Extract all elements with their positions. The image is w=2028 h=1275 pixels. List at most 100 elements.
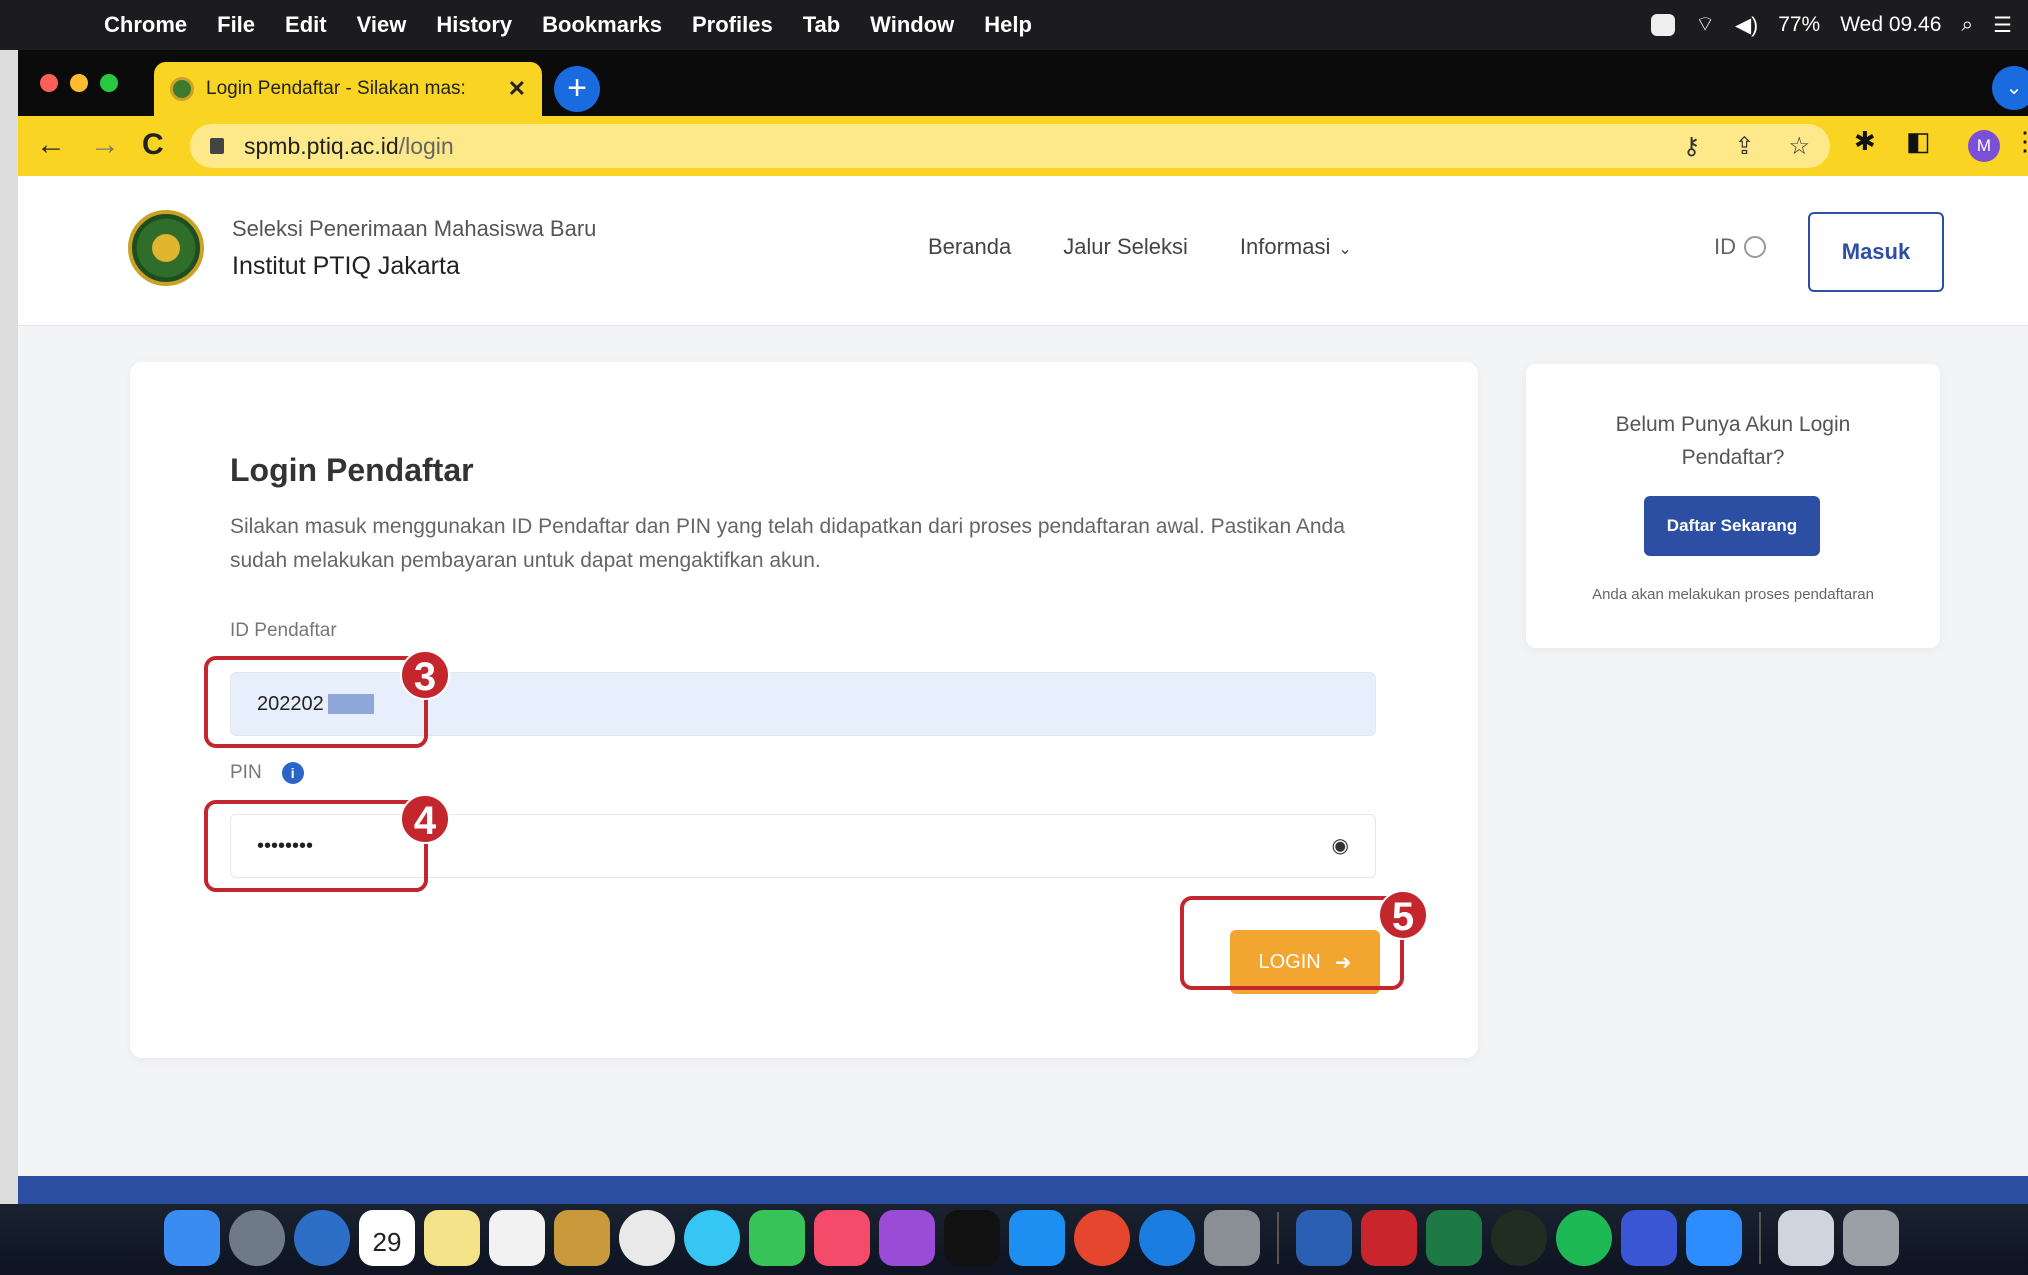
- annotation-number-4: 4: [400, 794, 450, 844]
- nav-informasi-label: Informasi: [1239, 234, 1331, 259]
- zoom-window-icon[interactable]: [100, 74, 118, 92]
- bookmark-star-icon[interactable]: ☆: [1788, 132, 1810, 161]
- minimize-window-icon[interactable]: [70, 74, 88, 92]
- masuk-button[interactable]: Masuk: [1808, 212, 1944, 292]
- dock-separator-2: [1759, 1212, 1761, 1264]
- podcasts-icon[interactable]: [879, 1210, 935, 1266]
- brand-subtitle: Seleksi Penerimaan Mahasiswa Baru: [232, 216, 597, 241]
- pin-label-row: PIN i: [230, 762, 304, 784]
- login-title: Login Pendaftar: [230, 452, 474, 488]
- pin-label: PIN: [230, 762, 262, 783]
- acrobat-icon[interactable]: [1361, 1210, 1417, 1266]
- macos-menubar: Chrome File Edit View History Bookmarks …: [0, 0, 2028, 50]
- new-tab-button[interactable]: +: [554, 66, 600, 112]
- active-tab[interactable]: Login Pendaftar - Silakan mas: ✕: [154, 62, 542, 116]
- forward-icon[interactable]: →: [90, 128, 120, 162]
- macos-dock: 29: [0, 1204, 2028, 1275]
- profile-avatar[interactable]: M: [1968, 130, 2000, 162]
- close-window-icon[interactable]: [40, 74, 58, 92]
- battery-text[interactable]: 77%: [1778, 13, 1820, 37]
- system-preferences-icon[interactable]: [1204, 1210, 1260, 1266]
- annotation-box-5: [1180, 896, 1404, 990]
- dock-icons: 29: [164, 1210, 1899, 1266]
- menu-app-name[interactable]: Chrome: [104, 12, 187, 38]
- menu-view[interactable]: View: [357, 12, 407, 38]
- reload-icon[interactable]: C: [142, 128, 164, 162]
- chrome-icon[interactable]: [1074, 1210, 1130, 1266]
- safari-icon[interactable]: [1139, 1210, 1195, 1266]
- menu-file[interactable]: File: [217, 12, 255, 38]
- login-description: Silakan masuk menggunakan ID Pendaftar d…: [230, 515, 1345, 572]
- close-tab-icon[interactable]: ✕: [508, 76, 526, 102]
- desktop-edge: [0, 50, 18, 1275]
- photos-icon[interactable]: [619, 1210, 675, 1266]
- zoom-icon[interactable]: [1651, 14, 1676, 36]
- menu-bookmarks[interactable]: Bookmarks: [542, 12, 662, 38]
- site-header: Seleksi Penerimaan Mahasiswa Baru Instit…: [18, 176, 2028, 326]
- language-label: ID: [1714, 234, 1736, 259]
- tab-search-icon[interactable]: ⌄: [1992, 66, 2028, 110]
- zoom-app-icon[interactable]: [1686, 1210, 1742, 1266]
- daftar-sekarang-button[interactable]: Daftar Sekarang: [1644, 496, 1820, 556]
- more-menu-icon[interactable]: ⋮: [2012, 126, 2028, 157]
- word-icon[interactable]: [1296, 1210, 1352, 1266]
- inkscape-icon[interactable]: [1491, 1210, 1547, 1266]
- wifi-icon[interactable]: ⌔: [1695, 12, 1715, 38]
- calendar-icon[interactable]: 29: [359, 1210, 415, 1266]
- nav-jalur-seleksi[interactable]: Jalur Seleksi: [1063, 234, 1188, 260]
- launchpad-icon[interactable]: [229, 1210, 285, 1266]
- address-bar[interactable]: spmb.ptiq.ac.id /login ⚷ ⇪ ☆: [190, 124, 1830, 168]
- safari-alt-icon[interactable]: [294, 1210, 350, 1266]
- downloads-stack-icon[interactable]: [1778, 1210, 1834, 1266]
- main-nav: Beranda Jalur Seleksi Informasi ⌄: [928, 234, 1352, 260]
- reminders-icon[interactable]: [489, 1210, 545, 1266]
- window-controls: [40, 74, 118, 92]
- volume-icon[interactable]: ◀): [1735, 13, 1758, 38]
- menu-edit[interactable]: Edit: [285, 12, 327, 38]
- utility-icon[interactable]: [1621, 1210, 1677, 1266]
- annotation-box-4: [204, 800, 428, 892]
- toolbar: ← → C spmb.ptiq.ac.id /login ⚷ ⇪ ☆ ✱ ◧ M…: [18, 116, 2028, 176]
- music-icon[interactable]: [814, 1210, 870, 1266]
- trash-icon[interactable]: [1843, 1210, 1899, 1266]
- back-icon[interactable]: ←: [36, 128, 66, 162]
- site-footer-bar: [18, 1176, 2028, 1204]
- tv-icon[interactable]: [944, 1210, 1000, 1266]
- menu-tab[interactable]: Tab: [803, 12, 840, 38]
- info-icon[interactable]: i: [281, 762, 304, 784]
- books-icon[interactable]: [554, 1210, 610, 1266]
- spotify-icon[interactable]: [1556, 1210, 1612, 1266]
- notes-icon[interactable]: [424, 1210, 480, 1266]
- share-icon[interactable]: ⇪: [1734, 132, 1754, 161]
- institution-logo[interactable]: [128, 210, 204, 286]
- lock-icon[interactable]: [210, 138, 224, 154]
- menu-profiles[interactable]: Profiles: [692, 12, 773, 38]
- menu-help[interactable]: Help: [984, 12, 1032, 38]
- url-host: spmb.ptiq.ac.id: [244, 132, 399, 159]
- nav-informasi[interactable]: Informasi ⌄: [1240, 234, 1352, 260]
- calendar-day: 29: [372, 1227, 402, 1257]
- toggle-visibility-icon[interactable]: ◉: [1332, 833, 1349, 858]
- messages-icon[interactable]: [684, 1210, 740, 1266]
- finder-icon[interactable]: [164, 1210, 220, 1266]
- side-panel-icon[interactable]: ◧: [1906, 126, 1931, 157]
- annotation-number-5: 5: [1378, 890, 1428, 940]
- spotlight-icon[interactable]: ⌕: [1961, 13, 1973, 37]
- extensions-icon[interactable]: ✱: [1854, 126, 1876, 157]
- brand-title: Institut PTIQ Jakarta: [232, 252, 460, 280]
- brand[interactable]: Seleksi Penerimaan Mahasiswa Baru Instit…: [232, 216, 596, 281]
- menu-window[interactable]: Window: [870, 12, 954, 38]
- dock-separator: [1277, 1212, 1279, 1264]
- nav-beranda[interactable]: Beranda: [928, 234, 1011, 260]
- url-path: /login: [398, 132, 454, 159]
- control-center-icon[interactable]: ☰: [1993, 13, 2012, 38]
- register-note: Anda akan melakukan proses pendaftaran: [1592, 586, 1874, 603]
- key-icon[interactable]: ⚷: [1683, 132, 1701, 161]
- language-switcher[interactable]: ID: [1714, 234, 1766, 260]
- annotation-number-3: 3: [400, 650, 450, 700]
- clock[interactable]: Wed 09.46: [1840, 13, 1941, 37]
- app-store-icon[interactable]: [1009, 1210, 1065, 1266]
- facetime-icon[interactable]: [749, 1210, 805, 1266]
- menu-history[interactable]: History: [436, 12, 512, 38]
- excel-icon[interactable]: [1426, 1210, 1482, 1266]
